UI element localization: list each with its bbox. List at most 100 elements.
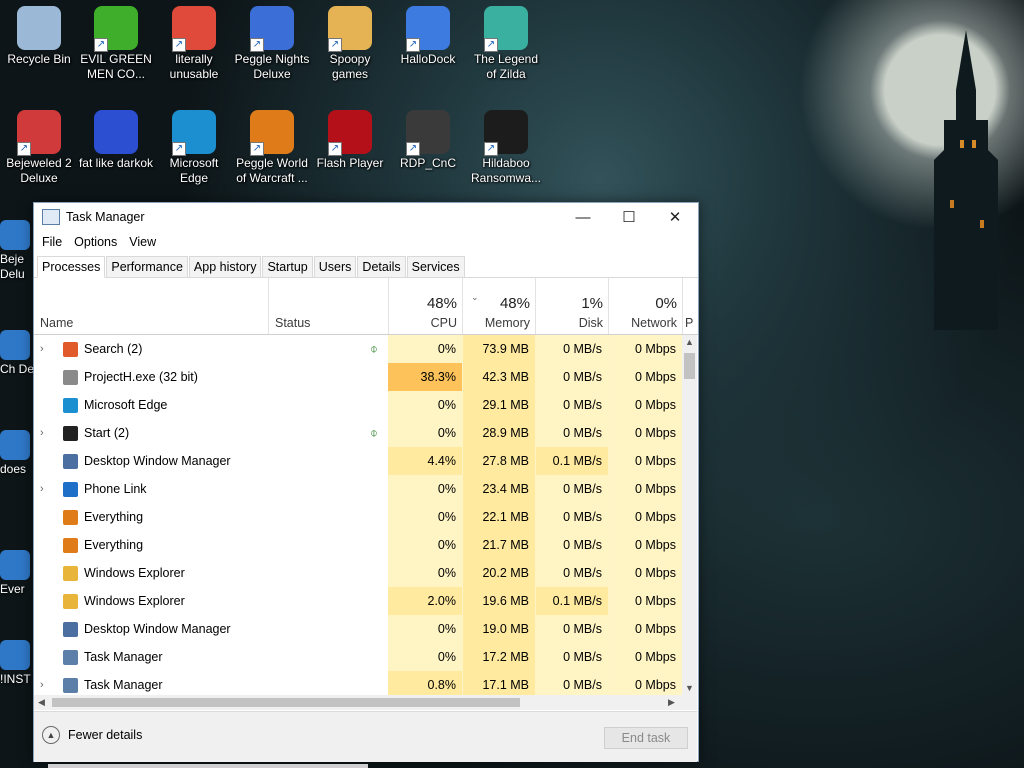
desktop-icon[interactable]: ↗ Flash Player [312, 104, 388, 171]
process-row[interactable]: Desktop Window Manager 0% 19.0 MB 0 MB/s 0 M… [34, 615, 682, 643]
horizontal-scrollbar[interactable]: ◀ ▶ [34, 695, 697, 710]
window-icon [63, 622, 78, 637]
desktop-icon[interactable]: ↗ HalloDock [390, 0, 466, 67]
scroll-up-icon[interactable]: ▲ [682, 337, 697, 347]
column-network[interactable]: 0% Network [608, 278, 683, 334]
tab-services[interactable]: Services [406, 256, 465, 277]
desktop-icon[interactable]: ↗ Spoopy games [312, 0, 388, 82]
process-row[interactable]: Everything 0% 22.1 MB 0 MB/s 0 Mbps [34, 503, 682, 531]
tab-startup[interactable]: Startup [262, 256, 313, 277]
process-name: Everything [84, 538, 144, 552]
column-name[interactable]: Name [34, 278, 268, 334]
desktop-icon[interactable]: ↗ RDP_CnC [390, 104, 466, 171]
column-cpu[interactable]: 48% CPU [388, 278, 463, 334]
task-manager-window[interactable]: Task Manager — ☐ ✕ File Options View Pro… [33, 202, 699, 762]
desktop-icon[interactable]: ↗ Bejeweled 2 Deluxe [1, 104, 77, 186]
partial-desktop-icon[interactable]: Ch De [0, 330, 36, 377]
menu-view[interactable]: View [123, 235, 162, 249]
process-row[interactable]: Desktop Window Manager 4.4% 27.8 MB 0.1 MB/… [34, 447, 682, 475]
process-row[interactable]: › Task Manager 0.8% 17.1 MB 0 MB/s 0 Mbps [34, 671, 682, 695]
process-name: Start (2) [84, 426, 130, 440]
menu-file[interactable]: File [36, 235, 68, 249]
desktop-icon[interactable]: Recycle Bin [1, 0, 77, 67]
title-bar[interactable]: Task Manager — ☐ ✕ [34, 203, 698, 231]
process-row[interactable]: Windows Explorer 2.0% 19.6 MB 0.1 MB/s 0 Mbp… [34, 587, 682, 615]
desktop-icon-label: Spoopy games [329, 52, 371, 81]
vertical-scrollbar[interactable]: ▲ ▼ [682, 335, 697, 695]
app-icon [0, 640, 30, 670]
end-task-button[interactable]: End task [604, 727, 688, 749]
partial-desktop-icon[interactable]: does [0, 430, 36, 477]
memory-cell: 17.2 MB [462, 643, 535, 671]
column-disk[interactable]: 1% Disk [535, 278, 609, 334]
partial-desktop-icon[interactable]: !INST [0, 640, 36, 687]
process-row[interactable]: › Phone Link 0% 23.4 MB 0 MB/s 0 Mbps [34, 475, 682, 503]
column-header: Name Status 48% CPU ⌄ 48% Memory 1% Disk… [34, 278, 698, 335]
disk-cell: 0 MB/s [535, 559, 608, 587]
process-name: Task Manager [84, 650, 163, 664]
desktop-icon[interactable]: ↗ Microsoft Edge [156, 104, 232, 186]
column-name-label: Name [40, 316, 74, 330]
expand-chevron-icon[interactable]: › [40, 419, 44, 447]
column-memory[interactable]: ⌄ 48% Memory [462, 278, 536, 334]
process-name: Phone Link [84, 482, 147, 496]
partial-desktop-icon-label: Ch De [0, 362, 35, 376]
process-row[interactable]: ProjectH.exe (32 bit) 38.3% 42.3 MB 0 MB/s 0… [34, 363, 682, 391]
process-row[interactable]: Everything 0% 21.7 MB 0 MB/s 0 Mbps [34, 531, 682, 559]
desktop-icon[interactable]: ↗ literally unusable [156, 0, 232, 82]
disk-cell: 0.1 MB/s [535, 447, 608, 475]
folder-icon: ↗ [328, 6, 372, 52]
column-power-partial[interactable]: P [682, 278, 698, 334]
desktop-icon[interactable]: ↗ Peggle Nights Deluxe [234, 0, 310, 82]
expand-chevron-icon[interactable]: › [40, 335, 44, 363]
process-row[interactable]: › Start (2) ⌽ 0% 28.9 MB 0 MB/s 0 Mbps [34, 419, 682, 447]
scroll-down-icon[interactable]: ▼ [682, 683, 697, 693]
minimize-button[interactable]: — [560, 203, 606, 231]
tab-processes[interactable]: Processes [37, 256, 106, 278]
memory-cell: 73.9 MB [462, 335, 535, 363]
network-cell: 0 Mbps [608, 643, 682, 671]
network-cell: 0 Mbps [608, 559, 682, 587]
process-row[interactable]: Microsoft Edge 0% 29.1 MB 0 MB/s 0 Mbps [34, 391, 682, 419]
tab-details[interactable]: Details [357, 256, 406, 277]
shortcut-arrow-icon: ↗ [250, 38, 264, 52]
horizontal-scroll-thumb[interactable] [52, 698, 520, 707]
process-name-cell: › Task Manager [34, 671, 388, 695]
column-status[interactable]: Status [268, 278, 389, 334]
network-cell: 0 Mbps [608, 363, 682, 391]
menu-options[interactable]: Options [68, 235, 123, 249]
desktop-icon[interactable]: ↗ Hildaboo Ransomwa... [468, 104, 544, 186]
desktop-icon[interactable]: ↗ The Legend of Zilda [468, 0, 544, 82]
maximize-button[interactable]: ☐ [606, 203, 652, 231]
process-row[interactable]: Windows Explorer 0% 20.2 MB 0 MB/s 0 Mbps [34, 559, 682, 587]
scroll-left-icon[interactable]: ◀ [38, 695, 45, 710]
process-name: Search (2) [84, 342, 143, 356]
network-cell: 0 Mbps [608, 587, 682, 615]
disk-cell: 0 MB/s [535, 531, 608, 559]
process-row[interactable]: › Search (2) ⌽ 0% 73.9 MB 0 MB/s 0 Mbps [34, 335, 682, 363]
fewer-details-button[interactable]: ▲ Fewer details [42, 726, 142, 744]
partial-desktop-icon[interactable]: Beje Delu [0, 220, 36, 282]
expand-chevron-icon[interactable]: › [40, 671, 44, 695]
desktop-icon[interactable]: fat like darkok [78, 104, 154, 171]
process-row[interactable]: Task Manager 0% 17.2 MB 0 MB/s 0 Mbps [34, 643, 682, 671]
tab-performance[interactable]: Performance [106, 256, 188, 277]
network-cell: 0 Mbps [608, 531, 682, 559]
desktop-icon-label: Hildaboo Ransomwa... [470, 156, 542, 185]
expand-chevron-icon[interactable]: › [40, 475, 44, 503]
partial-desktop-icon[interactable]: Ever [0, 550, 36, 597]
tab-app-history[interactable]: App history [188, 256, 262, 277]
shortcut-arrow-icon: ↗ [406, 142, 420, 156]
disk-cell: 0 MB/s [535, 475, 608, 503]
close-button[interactable]: ✕ [652, 203, 698, 231]
desktop-icon-label: The Legend of Zilda [473, 52, 539, 81]
app-icon [63, 370, 78, 385]
desktop-icon[interactable]: ↗ Peggle World of Warcraft ... [234, 104, 310, 186]
tab-users[interactable]: Users [313, 256, 357, 277]
desktop-icon-label: RDP_CnC [399, 156, 456, 170]
desktop-icon[interactable]: ↗ EVIL GREEN MEN CO... [78, 0, 154, 82]
scroll-right-icon[interactable]: ▶ [668, 695, 675, 710]
shortcut-arrow-icon: ↗ [172, 142, 186, 156]
task-manager-icon [63, 678, 78, 693]
vertical-scroll-thumb[interactable] [684, 353, 695, 379]
